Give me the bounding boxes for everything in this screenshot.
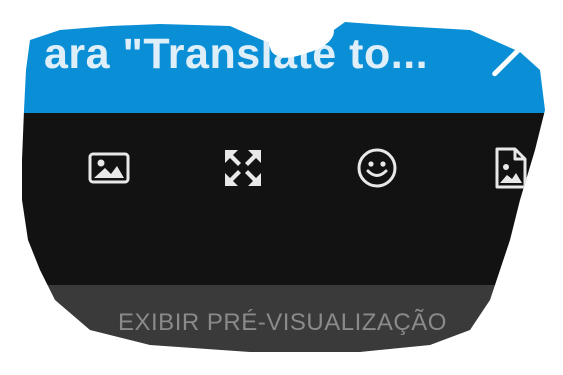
emoji-button[interactable] xyxy=(355,146,399,190)
dialog-title: ara "Translate to... xyxy=(44,30,429,78)
fullscreen-button[interactable] xyxy=(221,146,265,190)
format-toolbar xyxy=(22,113,545,285)
file-image-icon xyxy=(489,146,533,190)
attach-file-image-button[interactable] xyxy=(489,146,533,190)
insert-image-button[interactable] xyxy=(87,146,131,190)
show-preview-label[interactable]: EXIBIR PRÉ-VISUALIZAÇÃO xyxy=(118,309,447,337)
image-icon xyxy=(87,146,131,190)
emoji-icon xyxy=(355,146,399,190)
fullscreen-icon xyxy=(221,146,265,190)
screen: ara "Translate to... EXIBIR PRÉ-VISUALIZ… xyxy=(0,0,563,375)
close-button[interactable] xyxy=(488,38,528,78)
